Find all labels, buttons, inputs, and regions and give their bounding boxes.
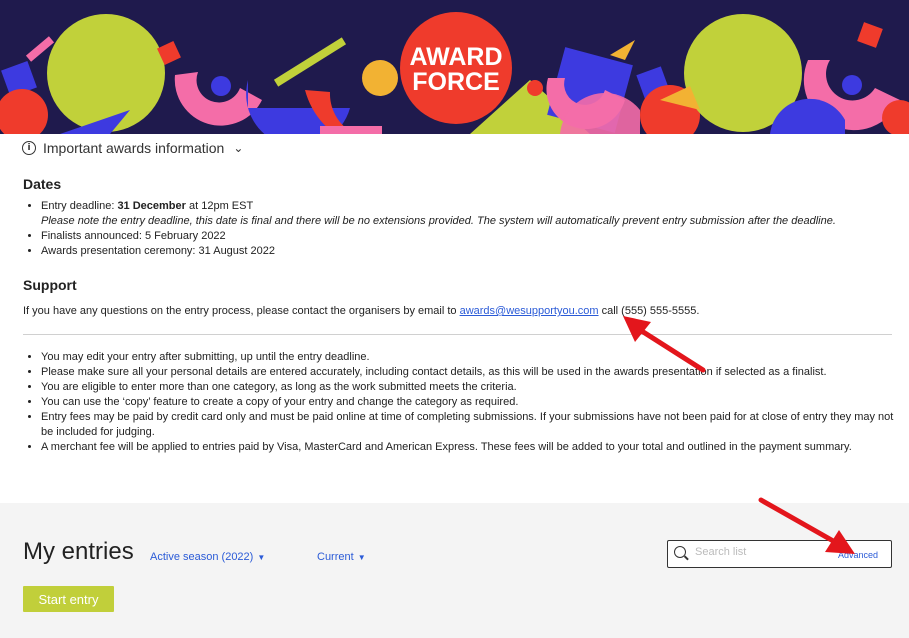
rules-list: You may edit your entry after submitting…	[23, 350, 901, 455]
search-icon	[674, 546, 686, 558]
annotation-arrow	[758, 497, 855, 554]
season-filter-dropdown[interactable]: Active season (2022) ▼	[150, 551, 265, 563]
logo-line-1: AWARD	[409, 43, 502, 71]
list-item: You may edit your entry after submitting…	[41, 350, 901, 365]
entry-deadline-suffix: at 12pm EST	[185, 200, 254, 212]
list-item: Entry deadline: 31 December at 12pm EST …	[41, 199, 909, 229]
season-filter-label: Active season (2022)	[150, 551, 254, 563]
list-item: A merchant fee will be applied to entrie…	[41, 440, 901, 455]
header-banner: AWARD FORCE	[0, 0, 909, 134]
important-info-toggle[interactable]: i Important awards information ⌄	[22, 140, 243, 156]
support-text-prefix: If you have any questions on the entry p…	[23, 305, 460, 317]
entry-deadline-note: Please note the entry deadline, this dat…	[41, 215, 836, 227]
support-text: If you have any questions on the entry p…	[23, 305, 699, 317]
support-heading: Support	[23, 277, 77, 293]
caret-down-icon: ▼	[357, 553, 366, 562]
logo-line-2: FORCE	[412, 68, 500, 96]
annotation-arrow	[623, 316, 706, 373]
chevron-down-icon: ⌄	[233, 141, 244, 155]
dates-list: Entry deadline: 31 December at 12pm EST …	[23, 199, 909, 259]
start-entry-button[interactable]: Start entry	[23, 586, 114, 612]
dates-heading: Dates	[23, 176, 62, 192]
banner-artwork: AWARD FORCE	[0, 0, 909, 134]
list-item: You can use the ‘copy’ feature to create…	[41, 395, 901, 410]
page-title: My entries	[23, 538, 134, 565]
entry-deadline-date: 31 December	[117, 200, 186, 212]
info-icon: i	[22, 141, 36, 155]
list-item: Please make sure all your personal detai…	[41, 365, 901, 380]
important-info-label: Important awards information	[43, 140, 225, 156]
list-item: Awards presentation ceremony: 31 August …	[41, 244, 909, 259]
list-item: Entry fees may be paid by credit card on…	[41, 410, 901, 440]
list-item: Finalists announced: 5 February 2022	[41, 229, 909, 244]
status-filter-dropdown[interactable]: Current ▼	[317, 551, 366, 563]
list-item: You are eligible to enter more than one …	[41, 380, 901, 395]
caret-down-icon: ▼	[257, 553, 266, 562]
entry-deadline-prefix: Entry deadline:	[41, 200, 118, 212]
divider	[23, 334, 892, 335]
status-filter-label: Current	[317, 551, 354, 563]
support-email-link[interactable]: awards@wesupportyou.com	[460, 305, 599, 317]
